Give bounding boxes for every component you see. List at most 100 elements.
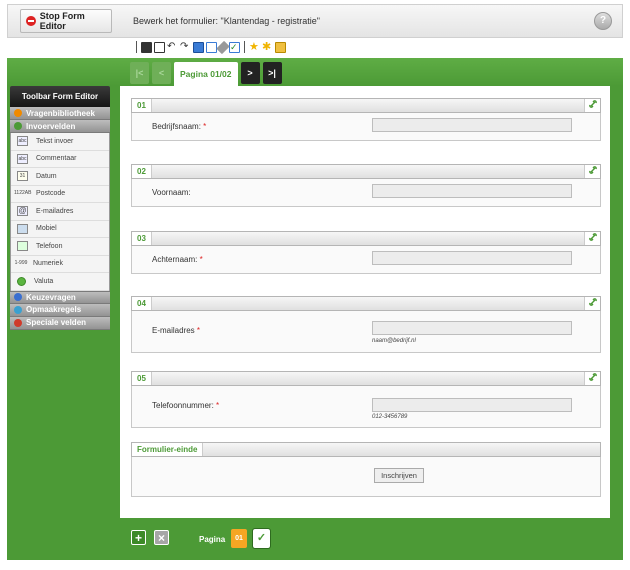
field-header: 04 bbox=[131, 296, 601, 311]
next-page-button[interactable]: > bbox=[240, 62, 260, 84]
field-body: Telefoonnummer: * 012-3456789 bbox=[131, 386, 601, 428]
e-mailadres-input[interactable] bbox=[372, 321, 572, 335]
sidebar-item-label: Valuta bbox=[34, 277, 54, 285]
section-invoervelden[interactable]: Invoervelden bbox=[10, 120, 110, 133]
sidebar-item-datum[interactable]: 31 Datum bbox=[11, 168, 109, 186]
postcode-icon: 1122AB bbox=[14, 189, 32, 196]
field-block-01[interactable]: 01 Bedrijfsnaam: * bbox=[131, 98, 601, 141]
achternaam-input[interactable] bbox=[372, 251, 572, 265]
link-icon[interactable] bbox=[584, 297, 600, 310]
sidebar-item-commentaar[interactable]: abc Commentaar bbox=[11, 150, 109, 168]
expanded-arrow-icon bbox=[14, 122, 22, 130]
field-header: 03 bbox=[131, 231, 601, 246]
field-number: 04 bbox=[132, 297, 152, 310]
previous-page-button[interactable]: < bbox=[152, 62, 171, 84]
help-button[interactable]: ? bbox=[594, 12, 612, 30]
inschrijven-button[interactable]: Inschrijven bbox=[374, 468, 424, 483]
sidebar-item-valuta[interactable]: Valuta bbox=[11, 273, 109, 291]
section-vragenbibliotheek[interactable]: Vragenbibliotheek bbox=[10, 107, 110, 120]
field-block-03[interactable]: 03 Achternaam: * bbox=[131, 231, 601, 274]
bedrijfsnaam-input[interactable] bbox=[372, 118, 572, 132]
sidebar-item-postcode[interactable]: 1122AB Postcode bbox=[11, 185, 109, 203]
first-page-button[interactable]: |< bbox=[130, 62, 149, 84]
undo-icon[interactable]: ↶ bbox=[167, 41, 178, 53]
page-01-tab[interactable]: 01 bbox=[231, 529, 247, 548]
page-label: Pagina bbox=[199, 535, 226, 544]
layout-rows-icon[interactable] bbox=[206, 41, 217, 53]
stop-icon bbox=[26, 16, 36, 26]
label-text: Bedrijfsnaam: bbox=[152, 122, 201, 131]
field-label: Telefoonnummer: * bbox=[152, 401, 219, 410]
add-page-button[interactable]: + bbox=[131, 530, 146, 545]
field-block-04[interactable]: 04 E-mailadres * naam@bedrijf.nl bbox=[131, 296, 601, 353]
check-icon[interactable]: ✓ bbox=[229, 41, 240, 53]
top-bar: Stop Form Editor Bewerk het formulier: "… bbox=[7, 4, 623, 38]
toolbar-sidebar: Toolbar Form Editor Vragenbibliotheek In… bbox=[10, 86, 110, 330]
stop-form-editor-button[interactable]: Stop Form Editor bbox=[20, 9, 112, 33]
star-add-icon[interactable]: ✱ bbox=[262, 41, 273, 53]
sidebar-item-label: Tekst invoer bbox=[36, 137, 74, 145]
label-text: Achternaam: bbox=[152, 255, 198, 264]
link-icon[interactable] bbox=[584, 232, 600, 245]
sidebar-title: Toolbar Form Editor bbox=[10, 86, 110, 107]
link-icon[interactable] bbox=[584, 99, 600, 112]
edit-form-title: Bewerk het formulier: "Klantendag - regi… bbox=[133, 16, 320, 26]
section-keuzevragen[interactable]: Keuzevragen bbox=[10, 290, 110, 304]
layout-columns-icon[interactable] bbox=[193, 41, 204, 53]
folder-star-icon[interactable] bbox=[275, 41, 286, 53]
sidebar-item-label: Mobiel bbox=[36, 225, 57, 233]
text-input-icon: abc bbox=[17, 136, 28, 147]
sidebar-item-tekst-invoer[interactable]: abc Tekst invoer bbox=[11, 133, 109, 151]
required-marker: * bbox=[199, 255, 203, 264]
field-label: Achternaam: * bbox=[152, 255, 203, 264]
current-page-tab[interactable]: Pagina 01/02 bbox=[174, 62, 238, 86]
invoervelden-list: abc Tekst invoer abc Commentaar 31 Datum… bbox=[10, 133, 110, 291]
collapsed-arrow-icon bbox=[14, 293, 22, 301]
field-block-05[interactable]: 05 Telefoonnummer: * 012-3456789 bbox=[131, 371, 601, 428]
sidebar-item-label: Telefoon bbox=[36, 242, 63, 250]
form-end-header: Formulier-einde bbox=[131, 442, 601, 457]
section-speciale-velden[interactable]: Speciale velden bbox=[10, 316, 110, 330]
delete-page-button[interactable]: × bbox=[154, 530, 169, 545]
form-end-body: Inschrijven bbox=[131, 457, 601, 497]
field-label: Voornaam: bbox=[152, 188, 191, 197]
field-block-02[interactable]: 02 Voornaam: bbox=[131, 164, 601, 207]
save-icon[interactable] bbox=[141, 41, 152, 53]
required-marker: * bbox=[216, 401, 220, 410]
collapsed-arrow-icon bbox=[14, 305, 22, 314]
stop-form-editor-label: Stop Form Editor bbox=[39, 11, 85, 31]
sidebar-item-mobiel[interactable]: Mobiel bbox=[11, 220, 109, 238]
sidebar-item-label: Commentaar bbox=[36, 155, 77, 163]
section-label: Opmaakregels bbox=[26, 305, 82, 314]
redo-icon[interactable]: ↷ bbox=[180, 41, 191, 53]
section-opmaakregels[interactable]: Opmaakregels bbox=[10, 303, 110, 317]
sidebar-item-telefoon[interactable]: Telefoon bbox=[11, 238, 109, 256]
link-icon[interactable] bbox=[584, 165, 600, 178]
preview-icon[interactable] bbox=[154, 41, 165, 53]
section-label: Vragenbibliotheek bbox=[26, 108, 95, 118]
confirm-page-button[interactable]: ✓ bbox=[252, 528, 271, 549]
wrench-icon[interactable] bbox=[216, 40, 230, 54]
telephone-icon bbox=[17, 241, 28, 252]
field-header: 05 bbox=[131, 371, 601, 386]
link-icon[interactable] bbox=[584, 372, 600, 385]
star-icon[interactable]: ★ bbox=[249, 41, 260, 53]
sidebar-item-numeriek[interactable]: 1-999 Numeriek bbox=[11, 255, 109, 273]
sidebar-item-e-mailadres[interactable]: @ E-mailadres bbox=[11, 203, 109, 221]
last-page-button[interactable]: >| bbox=[262, 62, 282, 84]
field-label: Bedrijfsnaam: * bbox=[152, 122, 206, 131]
form-end-block: Formulier-einde Inschrijven bbox=[131, 442, 601, 497]
label-text: E-mailadres bbox=[152, 326, 195, 335]
field-hint: 012-3456789 bbox=[372, 414, 408, 420]
field-label: E-mailadres * bbox=[152, 326, 200, 335]
field-number: 02 bbox=[132, 165, 152, 178]
calendar-icon: 31 bbox=[17, 171, 28, 182]
currency-icon bbox=[17, 276, 26, 286]
mobile-phone-icon bbox=[17, 223, 28, 234]
field-body: E-mailadres * naam@bedrijf.nl bbox=[131, 311, 601, 353]
toolbar-separator bbox=[244, 41, 245, 53]
voornaam-input[interactable] bbox=[372, 184, 572, 198]
field-body: Achternaam: * bbox=[131, 246, 601, 274]
required-marker: * bbox=[196, 326, 201, 335]
telefoonnummer-input[interactable] bbox=[372, 398, 572, 412]
